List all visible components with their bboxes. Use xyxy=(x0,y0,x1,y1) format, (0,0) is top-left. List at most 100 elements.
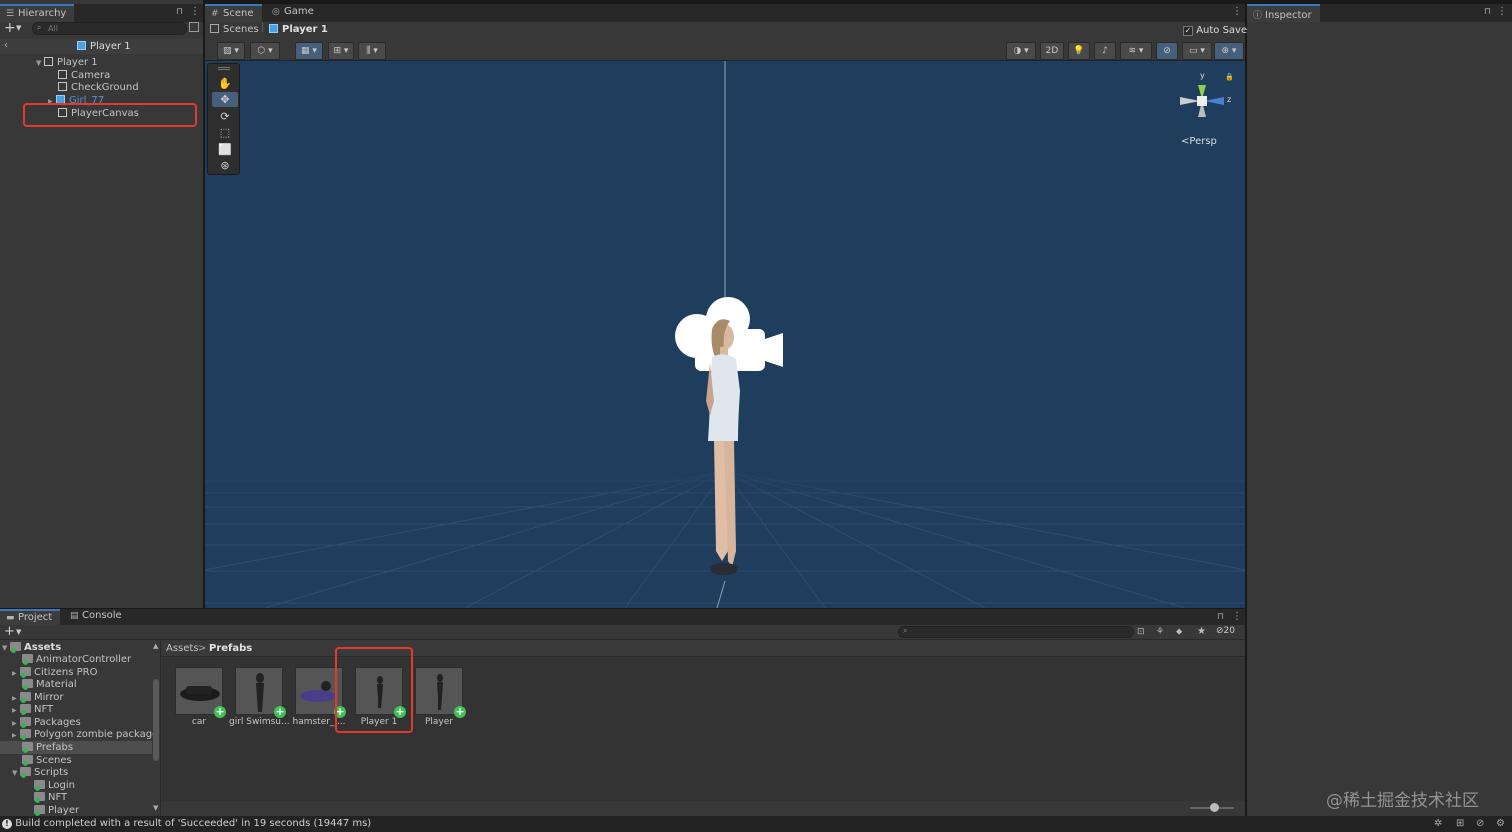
transform-tool-icon[interactable]: ⊛ xyxy=(212,158,238,173)
orientation-gizmo[interactable]: y z 🔒 xyxy=(1175,71,1245,131)
grid-snap-button[interactable]: ▦ ▾ xyxy=(295,42,323,60)
expand-arrow-icon[interactable]: ▼ xyxy=(36,57,44,70)
asset-thumbnail-player[interactable]: + xyxy=(415,667,466,718)
asset-breadcrumb xyxy=(162,641,1245,657)
cache-icon[interactable]: ⊘ xyxy=(1476,818,1484,829)
align-button[interactable]: ⫼ ▾ xyxy=(358,42,386,60)
favorite-icon[interactable]: ★ xyxy=(1197,626,1206,637)
hand-tool-icon[interactable]: ✋ xyxy=(212,76,238,91)
draw-mode-button[interactable]: ▧ ▾ xyxy=(217,42,245,60)
tab-inspector[interactable]: ⓘ Inspector xyxy=(1247,4,1320,22)
folder-icon xyxy=(10,642,21,653)
prefab-icon xyxy=(269,24,278,33)
scene-viewport[interactable]: y z 🔒 <Persp xyxy=(205,61,1245,608)
asset-label-girl-swimsuit: girl Swimsu... xyxy=(229,717,289,727)
tools-overlay: ✋ ✥ ⟳ ⬚ ⬜ ⊛ xyxy=(207,63,240,175)
tab-project[interactable]: ▬ Project xyxy=(0,609,61,625)
scale-tool-icon[interactable]: ⬚ xyxy=(212,125,238,140)
more-menu-icon[interactable]: ⋮ xyxy=(1232,6,1242,17)
move-tool-icon[interactable]: ✥ xyxy=(212,92,238,107)
rotate-tool-icon[interactable]: ⟳ xyxy=(212,109,238,124)
folder-icon xyxy=(22,755,33,766)
back-icon[interactable]: ‹ xyxy=(4,40,8,51)
folder-item-prefabs[interactable]: Prefabs xyxy=(22,741,73,754)
network-icon[interactable]: ⊞ xyxy=(1456,818,1464,829)
persp-label[interactable]: <Persp xyxy=(1181,136,1217,147)
debug-icon[interactable]: ✲ xyxy=(1434,818,1442,829)
thumbnail-zoom-slider[interactable] xyxy=(1190,803,1234,812)
prefab-title: Player 1 xyxy=(77,41,131,52)
checkbox-icon: ✓ xyxy=(1183,26,1193,36)
folder-item-material[interactable]: Material xyxy=(22,678,77,691)
camera-button[interactable]: ▭ ▾ xyxy=(1182,42,1212,60)
breadcrumb-scenes[interactable]: Scenes xyxy=(210,24,259,35)
highlight-box-player-1 xyxy=(335,647,413,733)
more-menu-icon[interactable]: ⋮ xyxy=(190,6,200,17)
folder-item-nft[interactable]: ▶ NFT xyxy=(12,703,53,716)
breadcrumb-prefabs[interactable]: Prefabs xyxy=(209,643,252,654)
slider-handle[interactable] xyxy=(1210,803,1219,812)
scroll-up-icon[interactable]: ▲ xyxy=(153,642,158,650)
shading-button[interactable]: ⬡ ▾ xyxy=(250,42,280,60)
expand-arrow-icon[interactable]: ▶ xyxy=(12,667,20,680)
lock-icon[interactable]: ⊓ xyxy=(176,7,183,17)
tab-game[interactable]: ◎ Game xyxy=(266,4,322,22)
filter-label-icon[interactable]: ⬥ xyxy=(1176,627,1182,637)
render-mode-button[interactable]: ◑ ▾ xyxy=(1006,42,1036,60)
overlay-handle[interactable] xyxy=(218,67,230,70)
folder-item-polygon-zombie[interactable]: ▶ Polygon zombie package xyxy=(12,728,158,741)
folder-icon xyxy=(20,692,31,703)
visibility-button[interactable]: ⊘ xyxy=(1156,42,1178,60)
list-icon: ☰ xyxy=(6,9,15,19)
project-search-input[interactable]: ⌕ xyxy=(898,626,1134,638)
increment-snap-button[interactable]: ⊞ ▾ xyxy=(328,42,354,60)
breadcrumb-separator: > xyxy=(198,643,207,654)
gizmo-lock-icon[interactable]: 🔒 xyxy=(1225,73,1234,81)
toggle-2d-button[interactable]: 2D xyxy=(1040,42,1064,60)
add-icon[interactable]: + xyxy=(4,624,15,639)
effects-button[interactable]: ≋ ▾ xyxy=(1120,42,1152,60)
tree-scrollbar[interactable] xyxy=(153,679,159,761)
gameobject-icon xyxy=(58,82,67,91)
asset-thumbnail-car[interactable]: + xyxy=(175,667,226,718)
scene-search-icon[interactable] xyxy=(189,22,199,32)
lighting-button[interactable]: 💡 xyxy=(1068,42,1090,60)
status-message[interactable]: ! Build completed with a result of 'Succ… xyxy=(2,818,371,829)
tab-console[interactable]: ▤ Console xyxy=(64,609,130,625)
search-icon: ⌕ xyxy=(903,626,908,635)
folder-item-player[interactable]: Player xyxy=(34,804,79,816)
more-menu-icon[interactable]: ⋮ xyxy=(1497,6,1507,17)
breadcrumb-assets[interactable]: Assets xyxy=(166,643,199,654)
chevron-down-icon[interactable]: ▼ xyxy=(16,24,21,32)
hierarchy-item-checkground[interactable]: CheckGround xyxy=(58,81,139,94)
scene-breadcrumb-bar xyxy=(205,22,1245,39)
scroll-down-icon[interactable]: ▼ xyxy=(153,804,158,812)
expand-arrow-icon[interactable]: ▼ xyxy=(2,642,10,655)
lock-icon[interactable]: ⊓ xyxy=(1484,7,1491,17)
folder-item-scripts-nft[interactable]: NFT xyxy=(34,791,67,804)
folder-icon xyxy=(22,742,33,753)
audio-button[interactable]: ♪ xyxy=(1094,42,1116,60)
more-menu-icon[interactable]: ⋮ xyxy=(1232,611,1242,622)
lock-icon[interactable]: ⊓ xyxy=(1217,612,1224,622)
chevron-down-icon[interactable]: ▼ xyxy=(16,628,21,636)
expand-arrow-icon[interactable]: ▼ xyxy=(12,767,20,780)
add-icon[interactable]: + xyxy=(4,20,16,36)
rect-tool-icon[interactable]: ⬜ xyxy=(212,142,238,157)
watermark: @稀土掘金技术社区 xyxy=(1326,791,1479,811)
character-model[interactable] xyxy=(688,311,778,608)
asset-thumbnail-girl-swimsuit[interactable]: + xyxy=(235,667,286,718)
search-by-type-icon[interactable]: ⊡ xyxy=(1137,627,1145,637)
hierarchy-item-player-1[interactable]: ▼ Player 1 xyxy=(36,56,98,69)
settings-icon[interactable]: ⚙ xyxy=(1496,818,1505,829)
tab-scene[interactable]: # Scene xyxy=(205,4,262,22)
folder-item-scripts[interactable]: ▼ Scripts xyxy=(12,766,68,779)
eye-slash-icon: ⊘ xyxy=(1216,626,1224,636)
gizmos-button[interactable]: ⊕ ▾ xyxy=(1214,42,1244,60)
breadcrumb-current[interactable]: Player 1 xyxy=(269,24,328,35)
hidden-packages-toggle[interactable]: ⊘20 xyxy=(1216,626,1235,636)
folder-item-animatorcontroller[interactable]: AnimatorController xyxy=(22,653,131,666)
search-input[interactable]: ⌕ All xyxy=(32,22,187,35)
filter-type-icon[interactable]: ⚘ xyxy=(1156,627,1164,637)
auto-save-toggle[interactable]: ✓ Auto Save xyxy=(1183,25,1247,36)
